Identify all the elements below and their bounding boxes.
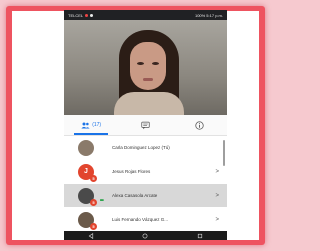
avatar: 5 xyxy=(78,211,97,230)
video-person-body xyxy=(114,92,184,115)
avatar: J 5 xyxy=(78,163,97,182)
avatar xyxy=(78,139,94,156)
participant-count: (17) xyxy=(92,122,102,128)
participant-name: Carla Dominguez Lopez (Tú) xyxy=(112,145,170,150)
list-item[interactable]: 5 ••• Alexa Casasola Arcate > xyxy=(64,184,227,207)
participant-name: Jesus Rojas Flores xyxy=(112,169,151,174)
speaking-icon: ••• xyxy=(99,197,104,204)
tab-chat[interactable] xyxy=(118,115,172,135)
list-item[interactable]: 5 Luis Fernando Vázquez G... > xyxy=(64,208,227,231)
badge: 5 xyxy=(90,174,97,182)
list-item[interactable]: Carla Dominguez Lopez (Tú) xyxy=(64,136,227,159)
notification-icon xyxy=(90,13,94,17)
list-item[interactable]: J 5 Jesus Rojas Flores > xyxy=(64,160,227,183)
participant-name: Alexa Casasola Arcate xyxy=(112,193,158,198)
avatar: 5 ••• xyxy=(78,187,104,206)
carrier-label: TELCEL xyxy=(68,12,84,18)
tab-participants[interactable]: (17) xyxy=(64,115,118,135)
home-icon[interactable] xyxy=(142,233,148,239)
back-icon[interactable] xyxy=(88,232,94,239)
badge: 5 xyxy=(90,222,97,230)
people-icon xyxy=(81,122,90,128)
tab-bar: (17) xyxy=(64,115,227,136)
video-person-face xyxy=(130,42,166,90)
phone-screen: TELCEL 100% 5:17 p.m. (17) Carla Domingu… xyxy=(64,10,227,240)
chevron-right-icon[interactable]: > xyxy=(215,217,219,223)
status-bar: TELCEL 100% 5:17 p.m. xyxy=(64,10,227,20)
info-icon xyxy=(195,120,204,130)
android-nav-bar xyxy=(64,231,227,240)
chat-icon xyxy=(141,121,150,129)
participant-video[interactable] xyxy=(64,20,227,115)
participant-name: Luis Fernando Vázquez G... xyxy=(112,217,169,222)
status-right-text: 100% 5:17 p.m. xyxy=(194,12,223,18)
badge: 5 xyxy=(90,198,97,206)
avatar-letter: J xyxy=(84,168,88,175)
tab-info[interactable] xyxy=(173,115,227,135)
notification-icon xyxy=(85,13,89,17)
chevron-right-icon[interactable]: > xyxy=(215,169,219,175)
recents-icon[interactable] xyxy=(197,233,203,239)
chevron-right-icon[interactable]: > xyxy=(215,193,219,199)
participant-list: Carla Dominguez Lopez (Tú) J 5 Jesus Roj… xyxy=(64,136,227,231)
